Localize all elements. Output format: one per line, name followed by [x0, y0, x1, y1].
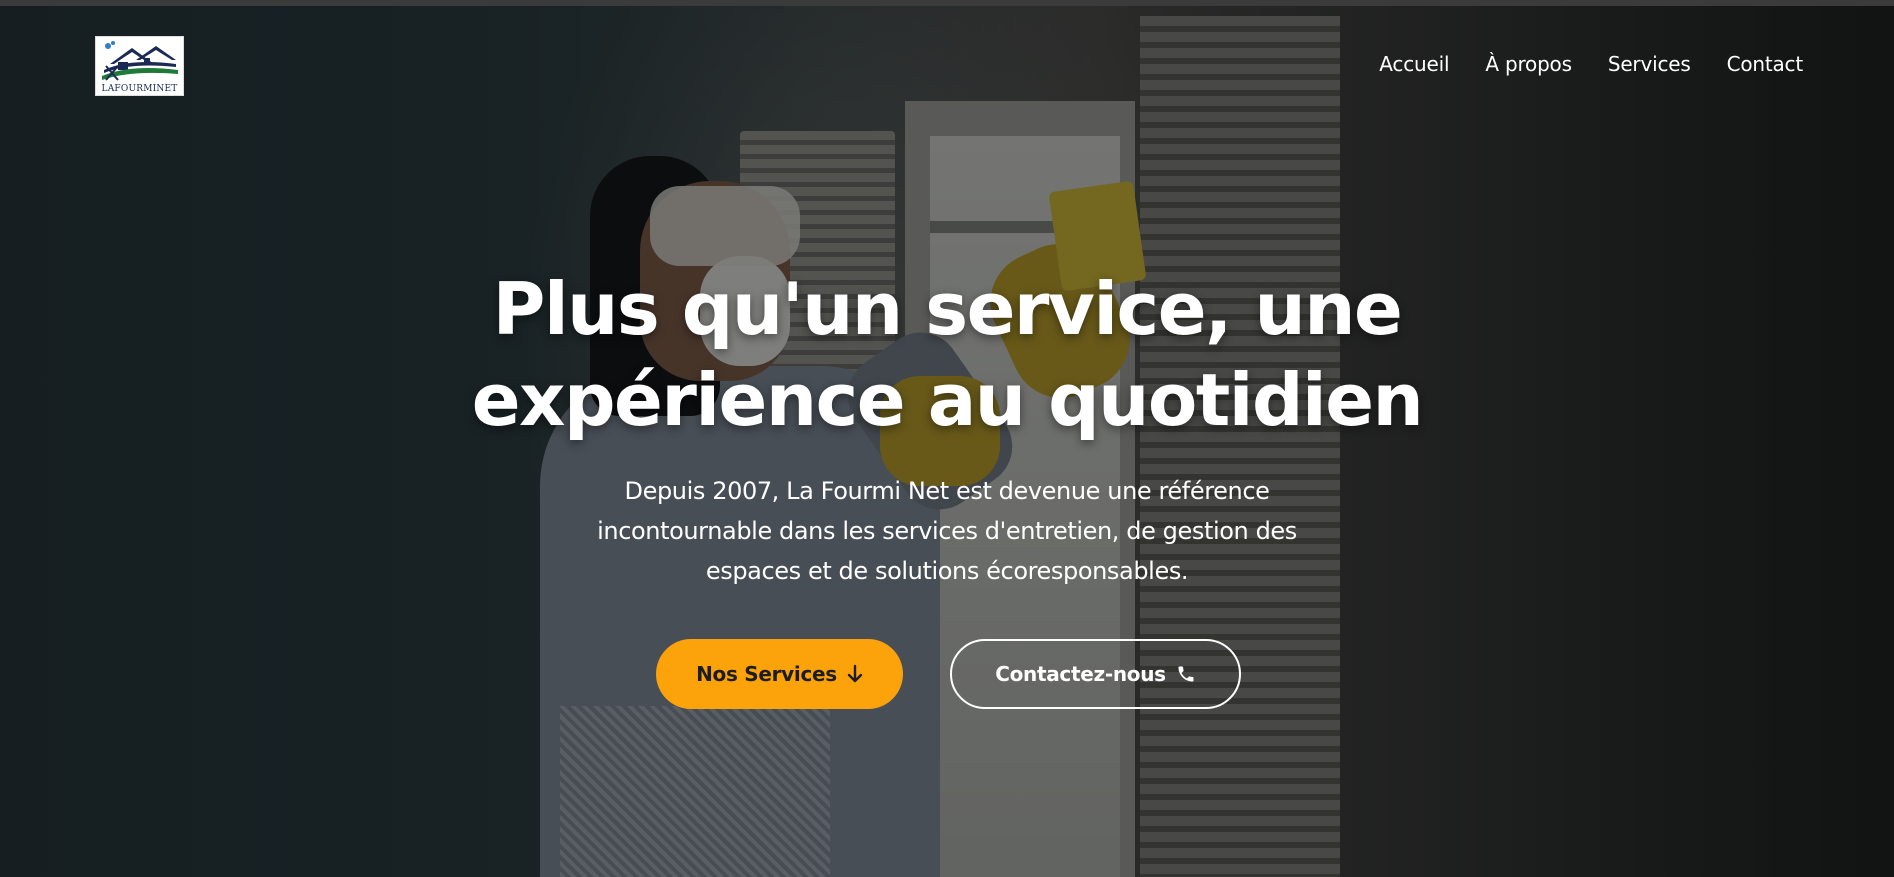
main-nav: Accueil À propos Services Contact	[1379, 52, 1803, 76]
nav-item-contact[interactable]: Contact	[1727, 52, 1804, 76]
arrow-down-icon	[847, 664, 863, 683]
contactez-nous-button[interactable]: Contactez-nous	[950, 639, 1241, 709]
hero-subtitle-line-1: Depuis 2007, La Fourmi Net est devenue u…	[624, 477, 1270, 505]
phone-icon	[1178, 666, 1194, 682]
nav-item-services[interactable]: Services	[1608, 52, 1691, 76]
hero-title-line-2: expérience au quotidien	[471, 358, 1424, 442]
house-logo-icon	[102, 41, 178, 81]
contactez-nous-label: Contactez-nous	[995, 662, 1166, 686]
nos-services-button[interactable]: Nos Services	[656, 639, 903, 709]
nos-services-label: Nos Services	[696, 662, 837, 686]
hero-title: Plus qu'un service, une expérience au qu…	[347, 264, 1547, 446]
logo-text: LAFOURMINET	[101, 84, 178, 94]
hero-subtitle: Depuis 2007, La Fourmi Net est devenue u…	[547, 471, 1347, 591]
browser-top-edge	[0, 0, 1894, 6]
hero-title-line-1: Plus qu'un service, une	[492, 267, 1403, 351]
logo-link[interactable]: LAFOURMINET	[95, 36, 184, 96]
hero-subtitle-line-3: espaces et de solutions écoresponsables.	[705, 557, 1189, 585]
hero-subtitle-line-2: incontournable dans les services d'entre…	[597, 517, 1297, 545]
nav-item-accueil[interactable]: Accueil	[1379, 52, 1449, 76]
nav-item-a-propos[interactable]: À propos	[1485, 52, 1572, 76]
